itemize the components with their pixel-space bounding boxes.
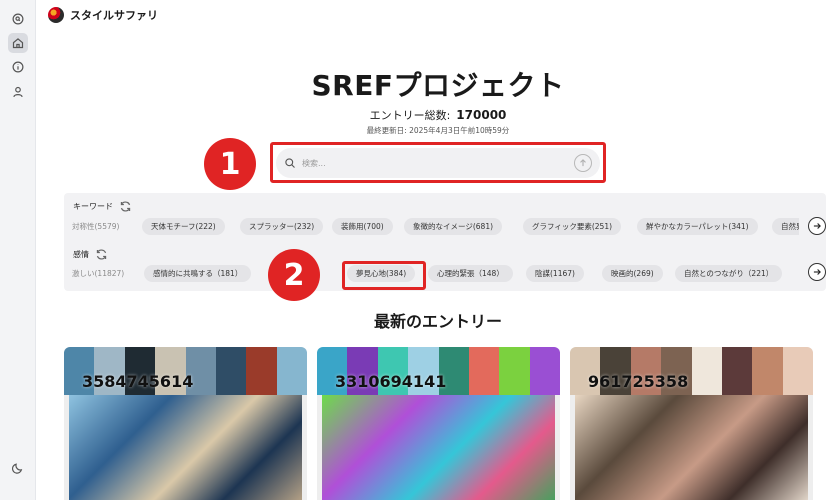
page-title: SREFプロジェクト [311, 69, 565, 102]
keyword-chip[interactable]: 鮮やかなカラーパレット(341) [637, 218, 758, 235]
moon-icon [12, 463, 23, 474]
emotion-chip[interactable]: 映画的(269) [602, 265, 663, 282]
app-name: スタイルサファリ [70, 9, 158, 22]
emotion-chip[interactable]: 激しい(11827) [64, 265, 133, 282]
entry-image [575, 395, 808, 500]
emotion-chips: 激しい(11827) 感情的に共鳴する（181） 夢見心地(384) 心理的緊張… [64, 265, 799, 282]
keyword-chip[interactable]: スプラッター(232) [240, 218, 324, 235]
entry-count-value: 170000 [456, 108, 507, 122]
swatch [529, 347, 560, 395]
entry-sref: 961725358 [588, 372, 689, 391]
search-submit-button[interactable] [574, 154, 592, 172]
annotation-box-chip [342, 261, 426, 290]
search-icon [285, 158, 295, 168]
swatch [468, 347, 500, 395]
last-updated: 最終更新日: 2025年4月3日午前10時59分 [366, 126, 510, 135]
entry-count: エントリー総数: 170000 [0, 107, 840, 123]
swatch [782, 347, 813, 395]
entry-count-label: エントリー総数: [369, 109, 451, 122]
brand[interactable]: スタイルサファリ [48, 7, 158, 23]
annotation-badge-1: 1 [204, 138, 256, 190]
keywords-header: キーワード [73, 200, 132, 213]
keyword-chip[interactable]: 象徴的なイメージ(681) [404, 218, 503, 235]
theme-toggle[interactable] [8, 458, 28, 478]
entry-card[interactable]: 3310694141 [317, 347, 560, 500]
home-icon [12, 38, 24, 49]
emotion-chip[interactable]: 自然とのつながり（221） [675, 265, 783, 282]
keyword-chip[interactable]: 天体モチーフ(222) [142, 218, 225, 235]
entry-sref: 3310694141 [335, 372, 447, 391]
arrow-up-icon [580, 159, 586, 167]
search-input[interactable] [302, 158, 574, 168]
sidebar-item-search[interactable] [8, 9, 28, 29]
swatch [499, 347, 530, 395]
refresh-icon[interactable] [95, 248, 108, 261]
tag-panel: キーワード 対称性(5579) 天体モチーフ(222) スプラッター(232) … [64, 193, 826, 291]
emotions-label: 感情 [73, 250, 89, 259]
emotion-chip[interactable]: 心理的緊張（148） [428, 265, 513, 282]
annotation-badge-2: 2 [268, 249, 320, 301]
swatch [752, 347, 783, 395]
sidebar-item-home[interactable] [8, 33, 28, 53]
swatch [721, 347, 753, 395]
keyword-chips: 対称性(5579) 天体モチーフ(222) スプラッター(232) 装飾用(70… [64, 218, 799, 235]
emotions-header: 感情 [73, 248, 108, 261]
entry-card[interactable]: 961725358 [570, 347, 813, 500]
latest-entries-title: 最新のエントリー [373, 312, 502, 331]
keyword-chip[interactable]: 対称性(5579) [64, 218, 128, 235]
swatch [691, 347, 722, 395]
arrow-right-icon [813, 223, 821, 229]
emotions-next-button[interactable] [808, 263, 826, 281]
entry-card[interactable]: 3584745614 [64, 347, 307, 500]
search-icon [12, 13, 24, 25]
swatch [215, 347, 247, 395]
keyword-chip[interactable]: 自然界 [772, 218, 799, 235]
emotion-chip[interactable]: 陰謀(1167) [526, 265, 584, 282]
keywords-label: キーワード [73, 202, 113, 211]
keyword-chip[interactable]: 装飾用(700) [332, 218, 393, 235]
arrow-right-icon [813, 269, 821, 275]
search-bar[interactable] [276, 148, 600, 178]
entry-sref: 3584745614 [82, 372, 194, 391]
keywords-next-button[interactable] [808, 217, 826, 235]
swatch [276, 347, 307, 395]
entry-image [322, 395, 555, 500]
refresh-icon[interactable] [119, 200, 132, 213]
app-logo [48, 7, 64, 23]
swatch [246, 347, 277, 395]
keyword-chip[interactable]: グラフィック要素(251) [523, 218, 622, 235]
emotion-chip[interactable]: 感情的に共鳴する（181） [144, 265, 252, 282]
entry-image [69, 395, 302, 500]
